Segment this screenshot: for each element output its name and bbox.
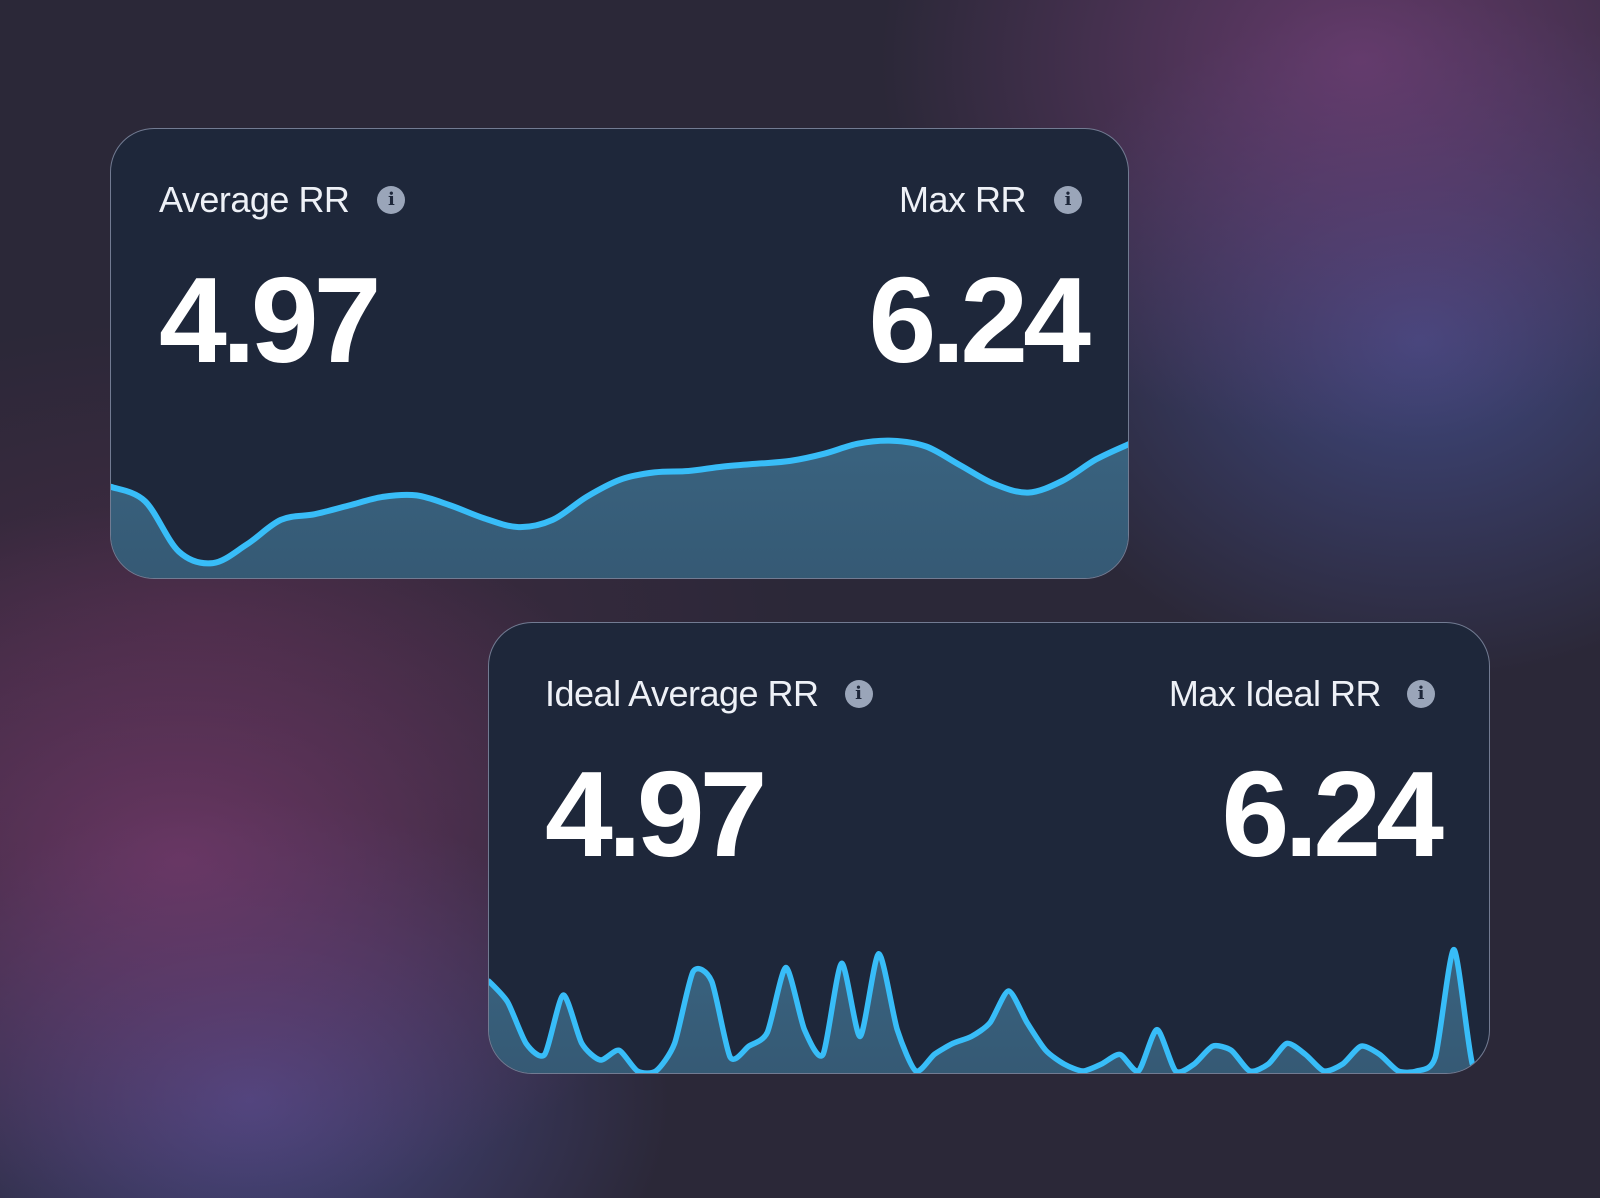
max-ideal-rr-label: Max Ideal RR	[1168, 673, 1382, 714]
max-ideal-rr-label-row: Max Ideal RR i	[1169, 673, 1435, 715]
average-rr-sparkline	[111, 437, 1128, 578]
sparkline-area	[489, 949, 1489, 1073]
max-rr-label-row: Max RR i	[899, 179, 1082, 221]
ideal-rr-sparkline	[489, 946, 1489, 1073]
max-ideal-rr-metric: Max Ideal RR i 6.24	[489, 623, 1489, 923]
info-icon[interactable]: i	[1407, 680, 1435, 708]
average-rr-card: Average RR i 4.97 Max RR i 6.24	[110, 128, 1129, 579]
max-rr-value: 6.24	[868, 252, 1091, 388]
info-icon[interactable]: i	[1054, 186, 1082, 214]
sparkline-area	[111, 440, 1128, 578]
ideal-rr-card: Ideal Average RR i 4.97 Max Ideal RR i 6…	[488, 622, 1490, 1074]
max-rr-metric: Max RR i 6.24	[111, 129, 1128, 429]
max-rr-label: Max RR	[898, 179, 1027, 220]
max-ideal-rr-value: 6.24	[1221, 746, 1444, 882]
